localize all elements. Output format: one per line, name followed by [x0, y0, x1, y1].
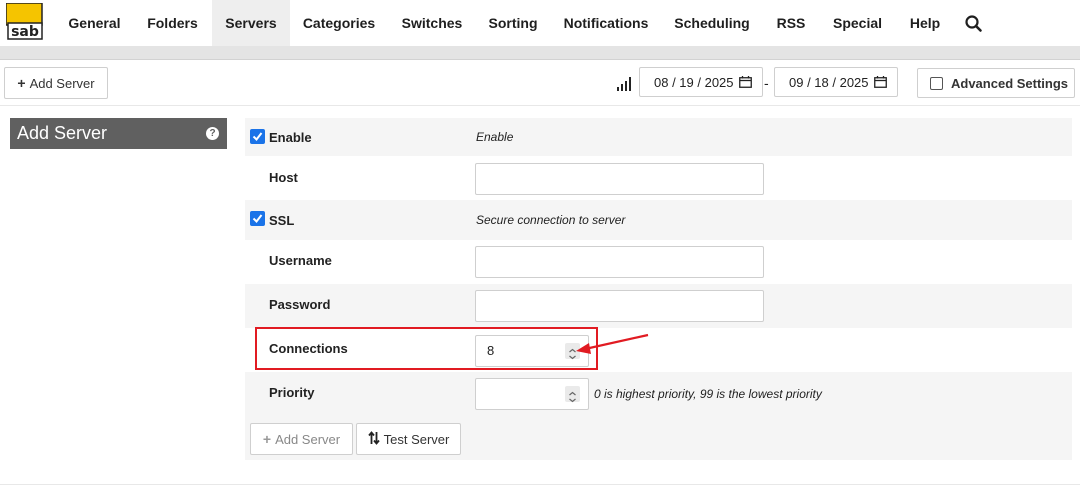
help-icon[interactable]: ?	[206, 127, 219, 140]
username-label: Username	[269, 253, 332, 268]
username-input[interactable]	[475, 246, 764, 278]
calendar-icon[interactable]	[739, 76, 752, 88]
ssl-label: SSL	[269, 213, 295, 228]
advanced-settings-toggle[interactable]: Advanced Settings	[917, 68, 1075, 98]
toolbar-add-server-button[interactable]: + Add Server	[4, 67, 108, 99]
password-input[interactable]	[475, 290, 764, 322]
form-row-username: Username	[245, 240, 1072, 284]
sort-arrows-icon	[367, 430, 380, 448]
nav-special[interactable]: Special	[822, 0, 893, 46]
calendar-icon[interactable]	[874, 76, 887, 88]
priority-description: 0 is highest priority, 99 is the lowest …	[594, 387, 822, 401]
advanced-settings-checkbox[interactable]	[930, 77, 943, 90]
plus-icon: +	[262, 431, 272, 447]
form-row-priority: Priority 0 is highest priority, 99 is th…	[245, 372, 1072, 416]
nav-switches[interactable]: Switches	[391, 0, 473, 46]
date-to-input[interactable]: 09 / 18 / 2025	[774, 67, 898, 97]
form-row-enable: Enable Enable	[245, 118, 1072, 156]
form-row-password: Password	[245, 284, 1072, 328]
logo-text: sab	[11, 24, 39, 40]
annotation-arrow	[576, 333, 649, 354]
form-add-server-button[interactable]: + Add Server	[250, 423, 353, 455]
nav-rss[interactable]: RSS	[766, 0, 816, 46]
ssl-description: Secure connection to server	[476, 213, 626, 227]
search-icon[interactable]	[963, 13, 985, 35]
host-input[interactable]	[475, 163, 764, 195]
date-range-separator: -	[764, 75, 769, 91]
test-server-label: Test Server	[383, 431, 450, 447]
date-from-input[interactable]: 08 / 19 / 2025	[639, 67, 763, 97]
form-row-ssl: SSL Secure connection to server	[245, 200, 1072, 240]
nav-scheduling[interactable]: Scheduling	[664, 0, 760, 46]
advanced-settings-label: Advanced Settings	[951, 76, 1069, 91]
enable-description: Enable	[476, 130, 514, 144]
nav-categories[interactable]: Categories	[293, 0, 385, 46]
connections-highlight-box	[255, 327, 598, 370]
priority-label: Priority	[269, 385, 315, 400]
signal-strength-icon	[616, 76, 632, 92]
date-from-value: 08 / 19 / 2025	[654, 74, 734, 90]
sidebar-section-title: Add Server ?	[10, 118, 227, 149]
nav-servers[interactable]: Servers	[212, 0, 290, 46]
nav-sorting[interactable]: Sorting	[478, 0, 548, 46]
plus-icon: +	[17, 75, 26, 91]
ssl-checkbox[interactable]	[250, 211, 265, 226]
host-label: Host	[269, 170, 298, 185]
toolbar-add-server-label: Add Server	[29, 75, 95, 91]
form-row-host: Host	[245, 156, 1072, 200]
top-navigation: sab General Folders Servers Categories S…	[0, 0, 1080, 46]
header-divider	[0, 46, 1080, 60]
sidebar-title-text: Add Server	[17, 123, 108, 143]
nav-general[interactable]: General	[57, 0, 132, 46]
date-to-value: 09 / 18 / 2025	[789, 74, 869, 90]
enable-label: Enable	[269, 130, 312, 145]
sabnzbd-logo[interactable]: sab	[5, 2, 46, 43]
password-label: Password	[269, 297, 331, 312]
nav-notifications[interactable]: Notifications	[553, 0, 659, 46]
form-add-server-label: Add Server	[275, 431, 341, 447]
nav-help[interactable]: Help	[898, 0, 952, 46]
test-server-button[interactable]: Test Server	[356, 423, 461, 455]
nav-folders[interactable]: Folders	[137, 0, 208, 46]
enable-checkbox[interactable]	[250, 129, 265, 144]
priority-spinner[interactable]	[565, 386, 580, 403]
priority-input[interactable]	[475, 378, 589, 410]
